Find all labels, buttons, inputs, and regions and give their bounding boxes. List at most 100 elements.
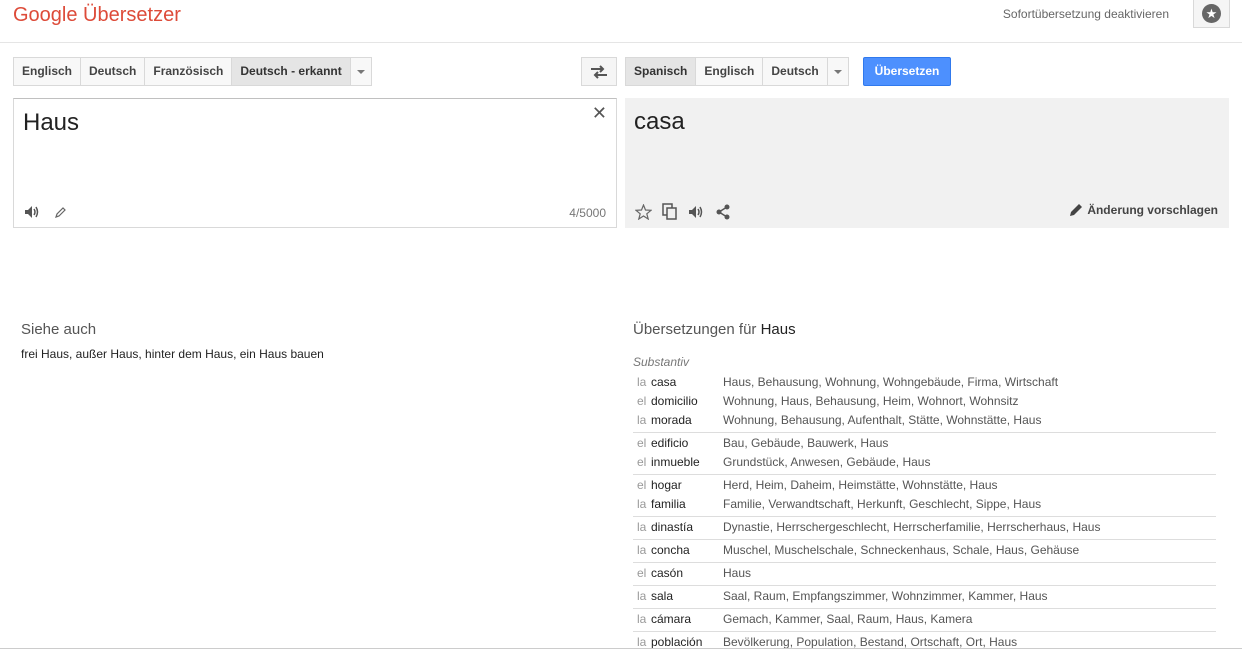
dictionary-article: la xyxy=(637,497,647,511)
dictionary-word[interactable]: morada xyxy=(647,411,723,430)
dictionary-row: el casón Haus xyxy=(633,564,1216,583)
instant-translation-toggle[interactable]: Sofortübersetzung deaktivieren xyxy=(1003,7,1169,21)
dictionary-group: el edificio Bau, Gebäude, Bauwerk, Haus el i… xyxy=(633,433,1216,475)
dictionary-article: el xyxy=(637,478,647,492)
dictionary-group: la concha Muschel, Muschelschale, Schnecke… xyxy=(633,540,1216,563)
dictionary-article: el xyxy=(637,394,647,408)
star-icon: ★ xyxy=(1202,4,1221,23)
dictionary-word[interactable]: edificio xyxy=(647,434,723,453)
dictionary-row: la concha Muschel, Muschelschale, Schnecke… xyxy=(633,541,1216,560)
dictionary-row: el edificio Bau, Gebäude, Bauwerk, Haus xyxy=(633,434,1216,453)
dictionary-article: la xyxy=(637,413,647,427)
divider xyxy=(0,648,1242,649)
dictionary-word[interactable]: domicilio xyxy=(647,392,723,411)
target-lang-spanish[interactable]: Spanisch xyxy=(625,57,696,86)
dictionary-row: la morada Wohnung, Behausung, Aufenthalt, … xyxy=(633,411,1216,430)
speaker-icon[interactable] xyxy=(24,205,40,219)
star-outline-icon[interactable] xyxy=(635,203,652,220)
dictionary-group: la casa Haus, Behausung, Wohnung, Wohngebä… xyxy=(633,372,1216,433)
dictionary-word[interactable]: población xyxy=(647,633,723,652)
dictionary-word[interactable]: inmueble xyxy=(647,453,723,472)
brand-logo[interactable]: Google Übersetzer xyxy=(13,4,181,27)
source-lang-dropdown[interactable] xyxy=(349,57,372,86)
dictionary-translations[interactable]: Wohnung, Behausung, Aufenthalt, Stätte, … xyxy=(723,411,1041,430)
dictionary-translations[interactable]: Haus, Behausung, Wohnung, Wohngebäude, F… xyxy=(723,373,1058,392)
target-lang-german[interactable]: Deutsch xyxy=(762,57,827,86)
source-lang-german[interactable]: Deutsch xyxy=(80,57,145,86)
see-also-links[interactable]: frei Haus, außer Haus, hinter dem Haus, … xyxy=(21,347,324,361)
dictionary-heading: Übersetzungen für Haus xyxy=(633,321,796,338)
dictionary-translations[interactable]: Saal, Raum, Empfangszimmer, Wohnzimmer, … xyxy=(723,587,1048,606)
dictionary-row: la cámara Gemach, Kammer, Saal, Raum, Haus… xyxy=(633,610,1216,629)
swap-languages-button[interactable] xyxy=(581,57,617,86)
dictionary-heading-prefix: Übersetzungen für xyxy=(633,321,757,338)
dictionary-group: la sala Saal, Raum, Empfangszimmer, Wohnzi… xyxy=(633,586,1216,609)
target-lang-dropdown[interactable] xyxy=(826,57,849,86)
dictionary-translations[interactable]: Wohnung, Haus, Behausung, Heim, Wohnort,… xyxy=(723,392,1019,411)
share-icon[interactable] xyxy=(715,204,731,220)
dictionary-translations[interactable]: Bau, Gebäude, Bauwerk, Haus xyxy=(723,434,888,453)
dictionary-word[interactable]: familia xyxy=(647,495,723,514)
pencil-icon[interactable] xyxy=(54,206,67,219)
dictionary-group: la cámara Gemach, Kammer, Saal, Raum, Haus… xyxy=(633,609,1216,632)
dictionary-row: el hogar Herd, Heim, Daheim, Heimstätte, W… xyxy=(633,476,1216,495)
target-lang-english[interactable]: Englisch xyxy=(695,57,763,86)
suggest-edit-button[interactable]: Änderung vorschlagen xyxy=(1069,203,1218,217)
dictionary-article: la xyxy=(637,520,647,534)
dictionary-article: la xyxy=(637,375,647,389)
chevron-down-icon xyxy=(356,69,365,74)
dictionary-word[interactable]: sala xyxy=(647,587,723,606)
dictionary-word[interactable]: casa xyxy=(647,373,723,392)
suggest-edit-label: Änderung vorschlagen xyxy=(1087,203,1218,217)
dictionary-word[interactable]: dinastía xyxy=(647,518,723,537)
result-text: casa xyxy=(634,108,685,135)
target-language-bar: Spanisch Englisch Deutsch xyxy=(625,57,849,86)
dictionary-translations[interactable]: Familie, Verwandtschaft, Herkunft, Gesch… xyxy=(723,495,1041,514)
copy-icon[interactable] xyxy=(662,203,678,220)
source-textarea[interactable]: Haus ✕ 4/5000 xyxy=(13,98,617,228)
result-box: casa Änderung vorschlagen xyxy=(625,98,1229,228)
dictionary-article: el xyxy=(637,566,647,580)
dictionary-word[interactable]: cámara xyxy=(647,610,723,629)
dictionary-translations[interactable]: Bevölkerung, Population, Bestand, Ortsch… xyxy=(723,633,1017,652)
dictionary-article: la xyxy=(637,635,647,649)
dictionary-translations[interactable]: Dynastie, Herrschergeschlecht, Herrscher… xyxy=(723,518,1100,537)
dictionary-row: la sala Saal, Raum, Empfangszimmer, Wohnzi… xyxy=(633,587,1216,606)
clear-icon[interactable]: ✕ xyxy=(592,103,607,124)
dictionary-article: el xyxy=(637,436,647,450)
dictionary-group: la dinastía Dynastie, Herrschergeschlecht,… xyxy=(633,517,1216,540)
dictionary-word[interactable]: casón xyxy=(647,564,723,583)
dictionary-translations[interactable]: Muschel, Muschelschale, Schneckenhaus, S… xyxy=(723,541,1079,560)
dictionary-row: la familia Familie, Verwandtschaft, Herkun… xyxy=(633,495,1216,514)
dictionary-article: la xyxy=(637,543,647,557)
dictionary-translations[interactable]: Grundstück, Anwesen, Gebäude, Haus xyxy=(723,453,930,472)
see-also-heading: Siehe auch xyxy=(21,321,97,338)
dictionary-article: el xyxy=(637,455,647,469)
dictionary-row: la población Bevölkerung, Population, Best… xyxy=(633,633,1216,652)
speaker-icon[interactable] xyxy=(688,205,705,219)
part-of-speech: Substantiv xyxy=(633,355,690,369)
dictionary-word[interactable]: hogar xyxy=(647,476,723,495)
dictionary-row: la dinastía Dynastie, Herrschergeschlecht,… xyxy=(633,518,1216,537)
source-language-bar: Englisch Deutsch Französisch Deutsch - e… xyxy=(13,57,372,86)
dictionary-row: el domicilio Wohnung, Haus, Behausung, Hei… xyxy=(633,392,1216,411)
dictionary-translations[interactable]: Herd, Heim, Daheim, Heimstätte, Wohnstät… xyxy=(723,476,998,495)
chevron-down-icon xyxy=(833,69,842,74)
dictionary-translations[interactable]: Gemach, Kammer, Saal, Raum, Haus, Kamera xyxy=(723,610,972,629)
dictionary-article: la xyxy=(637,612,647,626)
dictionary-translations[interactable]: Haus xyxy=(723,564,751,583)
header: Google Übersetzer Sofortübersetzung deak… xyxy=(0,0,1242,43)
source-lang-french[interactable]: Französisch xyxy=(144,57,232,86)
dictionary-row: el inmueble Grundstück, Anwesen, Gebäude, … xyxy=(633,453,1216,472)
dictionary-row: la casa Haus, Behausung, Wohnung, Wohngebä… xyxy=(633,373,1216,392)
phrasebook-button[interactable]: ★ xyxy=(1193,0,1230,28)
translate-button[interactable]: Übersetzen xyxy=(863,57,951,86)
source-lang-english[interactable]: Englisch xyxy=(13,57,81,86)
dictionary-group: el casón Haus xyxy=(633,563,1216,586)
pencil-icon xyxy=(1070,204,1083,216)
dictionary-word[interactable]: concha xyxy=(647,541,723,560)
dictionary-group: el hogar Herd, Heim, Daheim, Heimstätte, W… xyxy=(633,475,1216,517)
source-lang-detected[interactable]: Deutsch - erkannt xyxy=(231,57,350,86)
source-text[interactable]: Haus xyxy=(23,109,79,137)
dictionary-table: la casa Haus, Behausung, Wohnung, Wohngebä… xyxy=(633,372,1216,652)
